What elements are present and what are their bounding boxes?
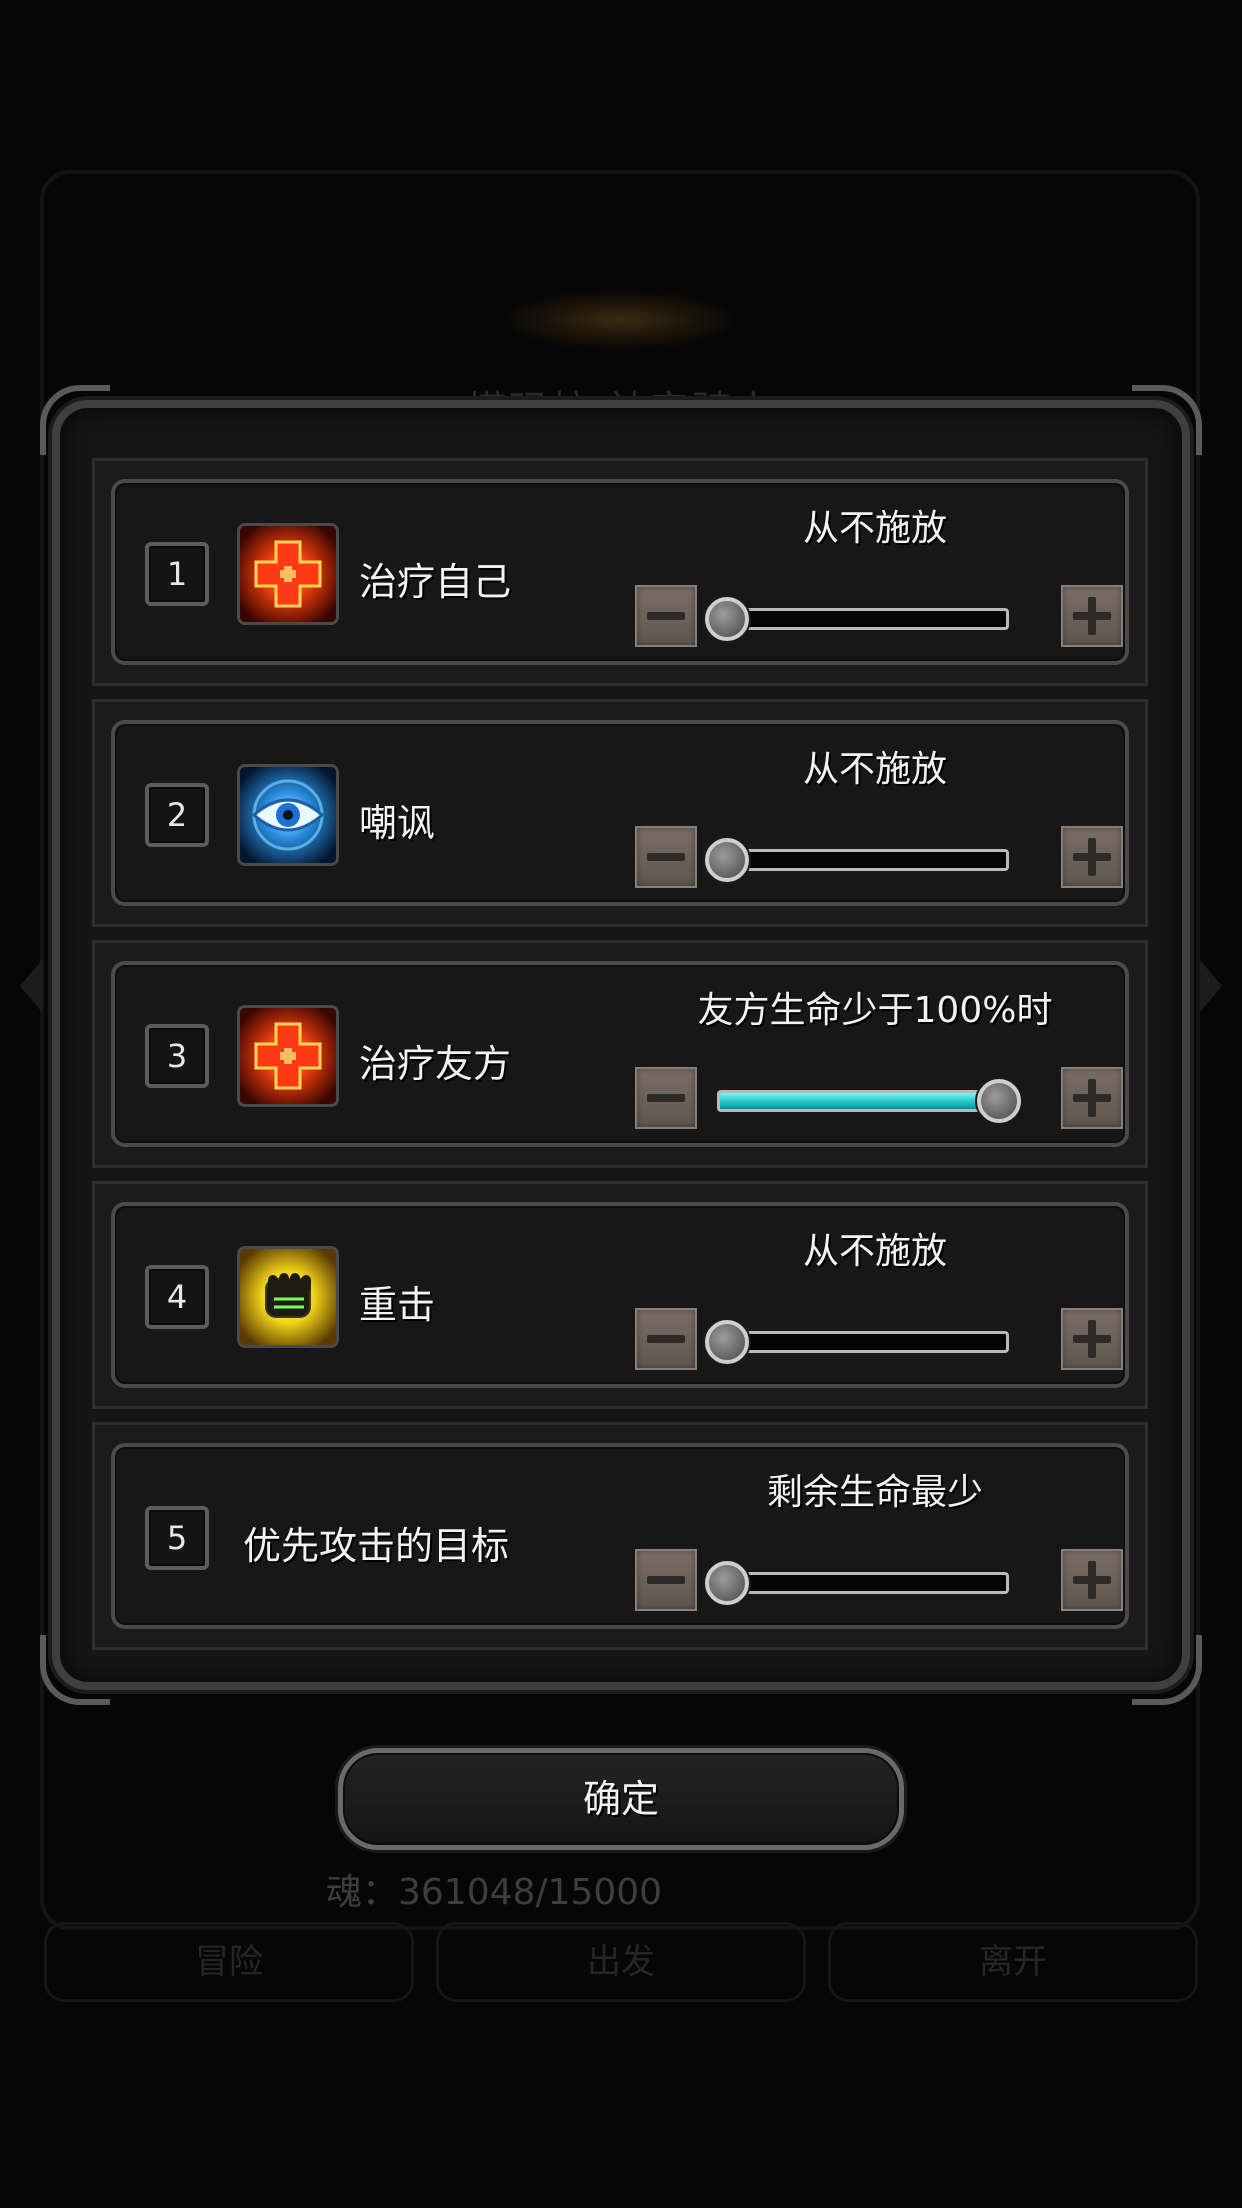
priority-number: 3 (145, 1024, 209, 1088)
priority-number: 2 (145, 783, 209, 847)
condition-slider-track[interactable] (717, 1090, 1009, 1112)
skill-rows: 1 治疗自己 从不施放 2 嘲讽 从不施放 3 治疗友方 友方生命少于100%时… (92, 458, 1148, 1663)
skill-name: 重击 (359, 1283, 436, 1327)
background-right-arrow-icon (1200, 960, 1222, 1012)
background-emblem (500, 290, 740, 350)
decrease-button[interactable] (635, 1308, 697, 1370)
minus-icon (647, 612, 685, 620)
increase-button[interactable] (1061, 1549, 1123, 1611)
increase-button[interactable] (1061, 1308, 1123, 1370)
background-tab-depart: 出发 (436, 1922, 806, 2002)
skill-name: 治疗友方 (359, 1042, 512, 1086)
condition-slider-track[interactable] (717, 1331, 1009, 1353)
increase-button[interactable] (1061, 826, 1123, 888)
condition-slider-track[interactable] (717, 1572, 1009, 1594)
condition-slider-track[interactable] (717, 608, 1009, 630)
game-screen: 塔玛拉 神宫骑士 魂：361048/15000 冒险 出发 离开 1 (0, 0, 1242, 2208)
increase-button[interactable] (1061, 1067, 1123, 1129)
priority-number: 5 (145, 1506, 209, 1570)
cast-condition-label: 剩余生命最少 (766, 1472, 983, 1513)
condition-slider-fill (720, 1093, 1006, 1109)
skill-name: 嘲讽 (359, 801, 436, 845)
decrease-button[interactable] (635, 1067, 697, 1129)
heal-cross-icon (237, 1005, 339, 1107)
minus-icon (647, 1576, 685, 1584)
cast-condition-label: 从不施放 (802, 749, 947, 790)
decrease-button[interactable] (635, 826, 697, 888)
heal-cross-icon (237, 523, 339, 625)
background-tab-leave: 离开 (828, 1922, 1198, 2002)
condition-slider-handle[interactable] (705, 597, 749, 641)
fist-strike-icon (237, 1246, 339, 1348)
priority-number: 1 (145, 542, 209, 606)
priority-number: 4 (145, 1265, 209, 1329)
skill-row: 5 优先攻击的目标 剩余生命最少 (92, 1422, 1148, 1650)
decrease-button[interactable] (635, 585, 697, 647)
eye-taunt-icon (237, 764, 339, 866)
target-priority-label: 优先攻击的目标 (243, 1524, 510, 1568)
cast-condition-label: 从不施放 (802, 1231, 947, 1272)
cast-condition-label: 友方生命少于100%时 (697, 990, 1053, 1031)
condition-slider-handle[interactable] (705, 1561, 749, 1605)
decrease-button[interactable] (635, 1549, 697, 1611)
skill-row: 2 嘲讽 从不施放 (92, 699, 1148, 927)
condition-slider-handle[interactable] (977, 1079, 1021, 1123)
skill-row: 3 治疗友方 友方生命少于100%时 (92, 940, 1148, 1168)
confirm-button[interactable]: 确定 (338, 1748, 904, 1850)
minus-icon (647, 853, 685, 861)
cast-condition-label: 从不施放 (802, 508, 947, 549)
condition-slider-handle[interactable] (705, 1320, 749, 1364)
background-left-arrow-icon (20, 960, 42, 1012)
background-tab-adventure: 冒险 (44, 1922, 414, 2002)
increase-button[interactable] (1061, 585, 1123, 647)
skill-name: 治疗自己 (359, 560, 512, 604)
minus-icon (647, 1094, 685, 1102)
condition-slider-track[interactable] (717, 849, 1009, 871)
condition-slider-handle[interactable] (705, 838, 749, 882)
minus-icon (647, 1335, 685, 1343)
skill-row: 1 治疗自己 从不施放 (92, 458, 1148, 686)
soul-counter: 魂：361048/15000 (326, 1872, 663, 1913)
skill-row: 4 重击 从不施放 (92, 1181, 1148, 1409)
